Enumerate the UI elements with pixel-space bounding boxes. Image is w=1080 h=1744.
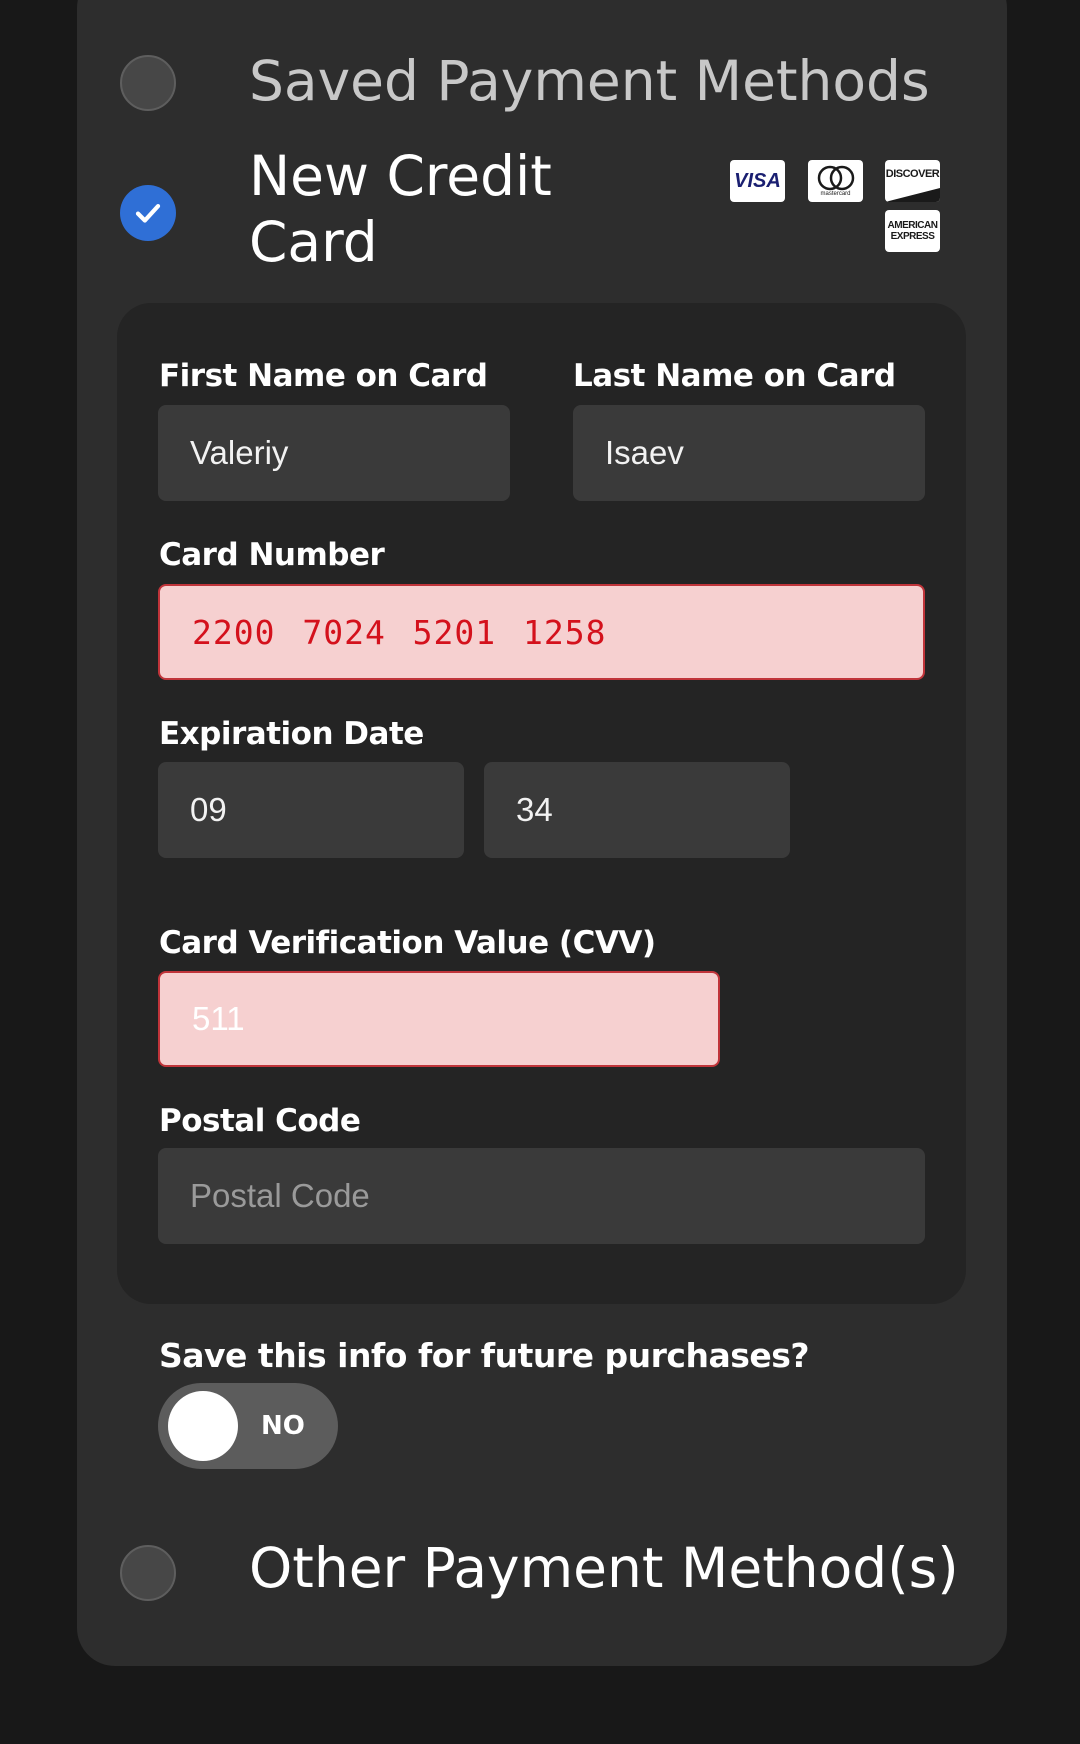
mastercard-circles-icon [817, 165, 854, 190]
toggle-knob[interactable] [168, 1391, 238, 1461]
postal-code-placeholder: Postal Code [190, 1177, 370, 1214]
visa-icon: VISA [730, 160, 785, 202]
save-info-toggle[interactable]: NO [158, 1383, 338, 1469]
other-payment-radio[interactable] [120, 1545, 176, 1601]
amex-text-line2: EXPRESS [890, 231, 935, 242]
new-card-radio[interactable] [120, 185, 176, 241]
discover-icon: DISCOVER [885, 160, 940, 202]
expiration-month-value: 09 [190, 791, 227, 828]
card-number-value: 2200 7024 5201 1258 [192, 612, 607, 652]
amex-icon: AMERICAN EXPRESS [885, 210, 940, 252]
last-name-field[interactable]: Isaev [573, 405, 925, 501]
postal-code-field[interactable]: Postal Code [158, 1148, 925, 1244]
discover-stripe-icon [885, 188, 940, 202]
amex-text-line1: AMERICAN [887, 220, 938, 231]
card-brand-logos: VISA mastercard DISCOVER AMERICAN EXPRES… [730, 160, 942, 256]
first-name-field[interactable]: Valeriy [158, 405, 510, 501]
visa-text: VISA [734, 169, 781, 192]
card-number-field[interactable]: 2200 7024 5201 1258 [158, 584, 925, 680]
card-number-label: Card Number [159, 537, 385, 573]
mastercard-text: mastercard [820, 190, 851, 197]
toggle-state-text: NO [261, 1411, 305, 1441]
expiration-year-field[interactable]: 34 [484, 762, 790, 858]
last-name-value: Isaev [605, 434, 684, 471]
new-card-label-line1[interactable]: New Credit [249, 143, 552, 209]
expiration-date-label: Expiration Date [159, 716, 424, 752]
save-info-label: Save this info for future purchases? [159, 1336, 810, 1375]
first-name-label: First Name on Card [159, 358, 488, 394]
last-name-label: Last Name on Card [573, 358, 896, 394]
saved-payment-radio[interactable] [120, 55, 176, 111]
other-payment-label[interactable]: Other Payment Method(s) [249, 1535, 959, 1601]
cvv-field[interactable]: 511 [158, 971, 720, 1067]
expiration-month-field[interactable]: 09 [158, 762, 464, 858]
postal-code-label: Postal Code [159, 1103, 361, 1139]
mastercard-icon: mastercard [808, 160, 863, 202]
cvv-label: Card Verification Value (CVV) [159, 925, 656, 961]
new-card-label-line2[interactable]: Card [249, 209, 378, 275]
saved-payment-label[interactable]: Saved Payment Methods [249, 48, 930, 114]
discover-text: DISCOVER [885, 168, 940, 180]
first-name-value: Valeriy [190, 434, 289, 471]
expiration-year-value: 34 [516, 791, 553, 828]
cvv-value: 511 [192, 1000, 245, 1037]
checkmark-icon [135, 204, 161, 223]
